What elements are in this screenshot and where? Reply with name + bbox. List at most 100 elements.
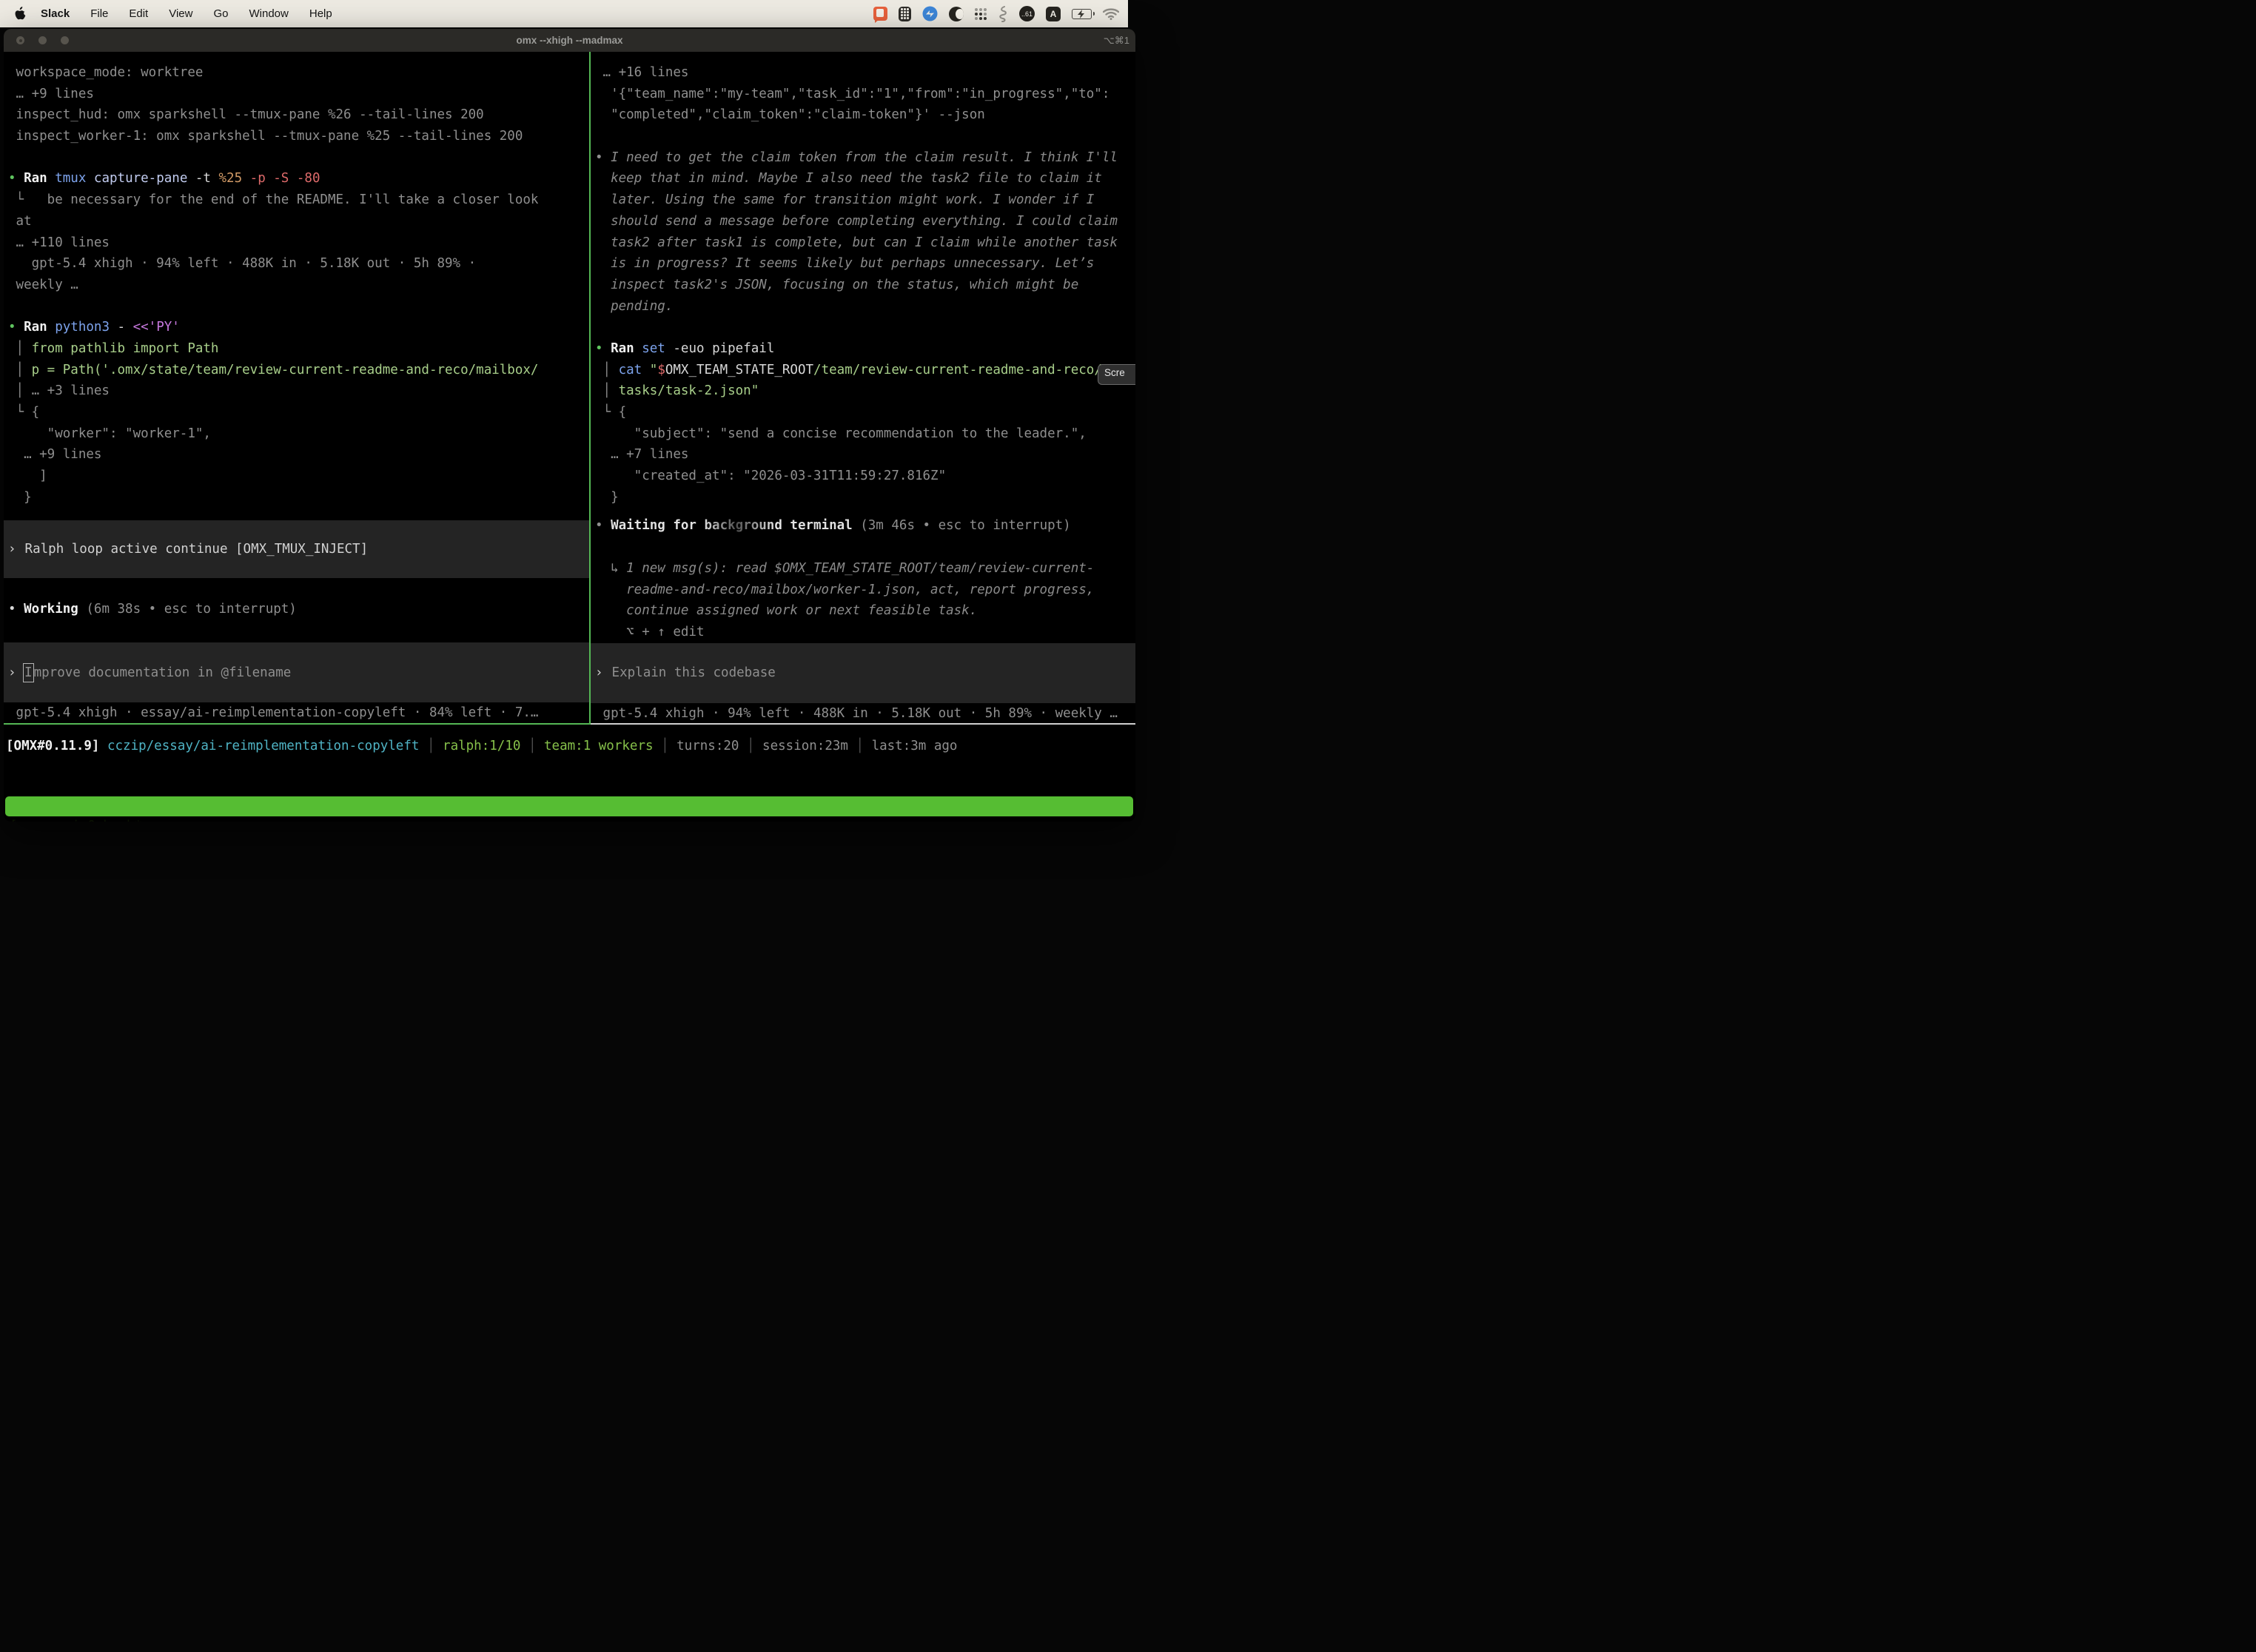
terminal-line: continue assigned work or next feasible …	[591, 600, 1135, 622]
menu-item-go[interactable]: Go	[203, 7, 238, 20]
terminal-line: is in progress? It seems likely but perh…	[591, 253, 1135, 275]
terminal-line: … +110 lines	[4, 232, 589, 254]
menu-item-edit[interactable]: Edit	[118, 7, 158, 20]
keypad-icon[interactable]	[899, 6, 911, 22]
prompt-chevron-icon: ›	[595, 665, 603, 680]
omx-status-line: [OMX#0.11.9] cczip/essay/ai-reimplementa…	[4, 725, 1135, 757]
input-source-icon[interactable]: A	[1046, 6, 1061, 22]
menu-status-icons: ..61 A	[873, 6, 1119, 22]
terminal-line: pending.	[591, 296, 1135, 318]
terminal-line: … +16 lines	[591, 62, 1135, 84]
omx-status-segment: │	[427, 739, 443, 753]
terminal-line: '{"team_name":"my-team","task_id":"1","f…	[591, 84, 1135, 105]
terminal-line: │ p = Path('.omx/state/team/review-curre…	[4, 360, 589, 381]
battery-charging-icon[interactable]	[1072, 6, 1092, 22]
wifi-icon[interactable]	[1103, 6, 1119, 22]
omx-status-segment: │	[661, 739, 677, 753]
terminal-line: should send a message before completing …	[591, 211, 1135, 232]
prompt-text: Explain this codebase	[612, 665, 776, 680]
terminal-line: "completed","claim_token":"claim-token"}…	[591, 104, 1135, 126]
omx-status-segment: [OMX#0.11.9]	[6, 739, 107, 753]
terminal-line	[591, 126, 1135, 147]
terminal-line: │ tasks/task-2.json"	[591, 380, 1135, 402]
terminal-line: │ … +3 lines	[4, 380, 589, 402]
terminal-line: task2 after task1 is complete, but can I…	[591, 232, 1135, 254]
omx-status-segment: cczip/essay/ai-reimplementation-copyleft	[107, 739, 427, 753]
badge-61-icon[interactable]: ..61	[1019, 6, 1035, 22]
terminal-line: └ {	[591, 402, 1135, 423]
terminal-line: later. Using the same for transition mig…	[591, 189, 1135, 211]
squiggle-icon[interactable]	[998, 6, 1008, 22]
omx-status-segment: session:23m	[762, 739, 856, 753]
terminal-line: │ cat "$OMX_TEAM_STATE_ROOT/team/review-…	[591, 360, 1135, 381]
terminal-line: }	[4, 487, 589, 508]
menu-item-slack[interactable]: Slack	[29, 7, 80, 20]
terminal-line: "created_at": "2026-03-31T11:59:27.816Z"	[591, 466, 1135, 487]
spacer	[591, 508, 1135, 515]
prompt-chevron-icon: ›	[8, 665, 16, 680]
prompt-chevron-icon: ›	[8, 542, 16, 557]
terminal-line: ⌥ + ↑ edit	[591, 622, 1135, 643]
omx-status-segment: │	[528, 739, 544, 753]
omx-status-segment: │	[856, 739, 871, 753]
terminal-line: │ from pathlib import Path	[4, 338, 589, 360]
tmux-pane-left[interactable]: workspace_mode: worktree … +9 lines insp…	[4, 52, 589, 725]
terminal-line	[4, 147, 589, 169]
terminal-line: readme-and-reco/mailbox/worker-1.json, a…	[591, 580, 1135, 601]
terminal-line: gpt-5.4 xhigh · essay/ai-reimplementatio…	[4, 702, 589, 724]
omx-status-segment: turns:20	[677, 739, 747, 753]
terminal-line: inspect_worker-1: omx sparkshell --tmux-…	[4, 126, 589, 147]
moon-icon[interactable]	[949, 6, 964, 22]
prompt-text: Improve documentation in @filename	[25, 665, 292, 680]
spacer	[4, 620, 589, 642]
tmux-session-label: [omx-cczip0:bash*	[10, 816, 142, 822]
terminal-line: • Working (6m 38s • esc to interrupt)	[4, 599, 589, 620]
tmux-status-bar: [omx-cczip0:bash* "MacBook-Pro-44.local"…	[5, 796, 1133, 816]
omx-status-segment: │	[747, 739, 762, 753]
omx-status-segment: ralph:1/10	[443, 739, 528, 753]
terminal-line: "subject": "send a concise recommendatio…	[591, 423, 1135, 445]
prompt-band[interactable]: › Ralph loop active continue [OMX_TMUX_IN…	[4, 520, 589, 578]
terminal-line: }	[591, 487, 1135, 508]
terminal-line: ↳ 1 new msg(s): read $OMX_TEAM_STATE_ROO…	[591, 558, 1135, 580]
terminal-line: "worker": "worker-1",	[4, 423, 589, 445]
terminal-window: omx --xhigh --madmax ⌥⌘1 workspace_mode:…	[4, 29, 1135, 822]
terminal-line: gpt-5.4 xhigh · 94% left · 488K in · 5.1…	[4, 253, 589, 275]
terminal-line: ]	[4, 466, 589, 487]
terminal-line	[591, 537, 1135, 558]
terminal-line: inspect_hud: omx sparkshell --tmux-pane …	[4, 104, 589, 126]
terminal-line: … +7 lines	[591, 444, 1135, 466]
tmux-pane-right[interactable]: … +16 lines '{"team_name":"my-team","tas…	[591, 52, 1135, 725]
omx-status-segment: team:1 workers	[544, 739, 661, 753]
menu-items: SlackFileEditViewGoWindowHelp	[29, 7, 343, 20]
pane-divider[interactable]	[589, 52, 591, 726]
spacer	[4, 578, 589, 599]
dots-grid-icon[interactable]	[975, 6, 987, 22]
menu-item-help[interactable]: Help	[299, 7, 343, 20]
omx-status-segment: last:3m ago	[872, 739, 958, 753]
terminal-line: • Ran set -euo pipefail	[591, 338, 1135, 360]
terminal-line: • Ran tmux capture-pane -t %25 -p -S -80	[4, 168, 589, 189]
terminal-line: • Waiting for background terminal (3m 46…	[591, 515, 1135, 537]
terminal-line: gpt-5.4 xhigh · 94% left · 488K in · 5.1…	[591, 703, 1135, 725]
terminal-line: • Ran python3 - <<'PY'	[4, 317, 589, 338]
prompt-band[interactable]: › Explain this codebase	[591, 643, 1135, 703]
menu-item-window[interactable]: Window	[239, 7, 299, 20]
screen-notification-overlay[interactable]: Scre	[1098, 364, 1135, 385]
menu-item-view[interactable]: View	[158, 7, 203, 20]
prompt-band[interactable]: › Improve documentation in @filename	[4, 642, 589, 702]
terminal-line: • I need to get the claim token from the…	[591, 147, 1135, 169]
window-titlebar[interactable]: omx --xhigh --madmax ⌥⌘1	[4, 29, 1135, 52]
window-shortcut-badge: ⌥⌘1	[1104, 29, 1129, 52]
omx-status-area: [OMX#0.11.9] cczip/essay/ai-reimplementa…	[4, 725, 1135, 796]
terminal-line	[4, 296, 589, 318]
terminal-line: workspace_mode: worktree	[4, 62, 589, 84]
terminal-line: inspect task2's JSON, focusing on the st…	[591, 275, 1135, 296]
screen-recording-icon[interactable]	[873, 6, 887, 22]
terminal-line: └ be necessary for the end of the README…	[4, 189, 589, 211]
apple-logo-icon[interactable]	[14, 7, 27, 21]
menu-item-file[interactable]: File	[80, 7, 118, 20]
prompt-text: Ralph loop active continue [OMX_TMUX_INJ…	[25, 542, 369, 557]
menu-bar: SlackFileEditViewGoWindowHelp ..61 A	[0, 0, 1128, 27]
messenger-icon[interactable]	[922, 6, 938, 22]
